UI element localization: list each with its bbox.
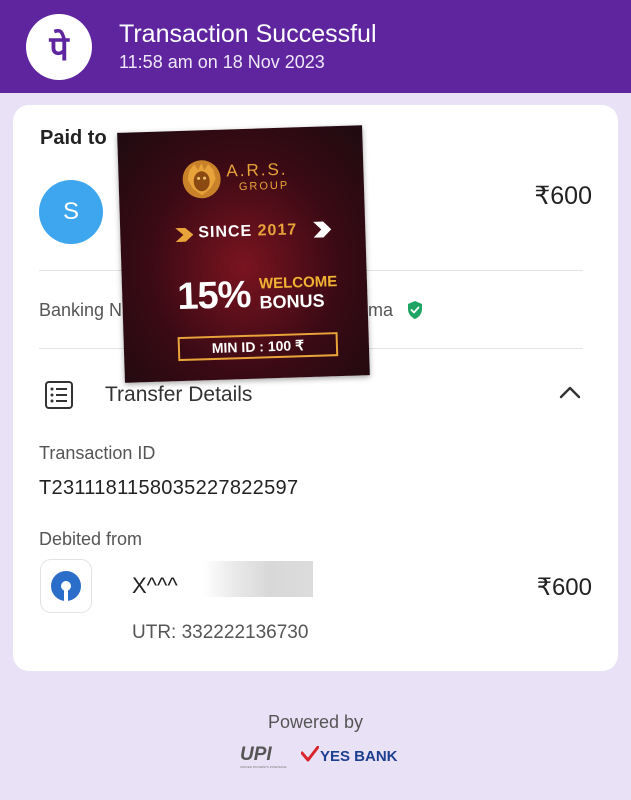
partner-logos: UPI UNIFIED PAYMENTS INTERFACE YES BANK bbox=[240, 742, 400, 772]
ad-brand-sub: GROUP bbox=[238, 179, 290, 194]
ad-since-text: SINCE 2017 bbox=[198, 221, 297, 242]
utr-number[interactable]: UTR: 332222136730 bbox=[132, 622, 308, 644]
ad-since-year: 2017 bbox=[257, 221, 298, 240]
transaction-id-value[interactable]: T2311181158035227822597 bbox=[39, 477, 298, 500]
powered-by-label: Powered by bbox=[267, 712, 364, 732]
debited-amount: ₹600 bbox=[536, 574, 592, 601]
phonepe-logo-glyph: पे bbox=[49, 29, 69, 69]
transfer-details-toggle[interactable]: Transfer Details bbox=[39, 375, 589, 415]
ad-bonus: BONUS bbox=[259, 290, 325, 313]
yes-bank-logo: YES BANK bbox=[320, 748, 398, 765]
upi-tagline: UNIFIED PAYMENTS INTERFACE bbox=[240, 765, 287, 769]
verified-shield-icon bbox=[407, 301, 423, 324]
ad-min-id: MIN ID : 100 ₹ bbox=[177, 332, 339, 362]
receipt-list-icon bbox=[43, 379, 75, 416]
ad-brand-name: A.R.S. bbox=[226, 159, 288, 181]
arrow-right-icon bbox=[175, 227, 194, 248]
paid-amount: ₹600 bbox=[534, 182, 592, 210]
advertisement-overlay[interactable]: A.R.S. GROUP SINCE 2017 15% WELCOME BONU… bbox=[117, 125, 370, 383]
page-title: Transaction Successful bbox=[119, 20, 377, 48]
ad-welcome: WELCOME bbox=[258, 273, 338, 293]
debit-account-masked: X^^^ bbox=[132, 573, 178, 598]
transfer-details-label: Transfer Details bbox=[105, 383, 253, 406]
debited-from-label: Debited from bbox=[39, 529, 143, 549]
lion-logo-icon bbox=[180, 158, 223, 206]
arrow-right-icon bbox=[313, 221, 332, 243]
chevron-up-icon[interactable] bbox=[559, 385, 581, 404]
phonepe-logo: पे bbox=[26, 14, 92, 80]
payee-avatar[interactable]: S bbox=[39, 180, 103, 244]
transaction-id-label: Transaction ID bbox=[39, 443, 156, 463]
payee-avatar-initial: S bbox=[62, 198, 79, 225]
ad-since-prefix: SINCE bbox=[198, 222, 253, 242]
sbi-bank-icon bbox=[41, 560, 91, 612]
app-header: पे Transaction Successful 11:58 am on 18… bbox=[0, 0, 631, 93]
ad-percent: 15% bbox=[176, 273, 252, 319]
banking-name-label: Banking N bbox=[39, 300, 123, 320]
upi-logo: UPI bbox=[240, 744, 272, 765]
transaction-datetime: 11:58 am on 18 Nov 2023 bbox=[119, 52, 325, 72]
paid-to-label: Paid to bbox=[40, 127, 107, 149]
banking-name-suffix: ma bbox=[368, 300, 394, 320]
redacted-account-number bbox=[203, 561, 313, 597]
yes-bank-check-icon bbox=[300, 745, 320, 767]
